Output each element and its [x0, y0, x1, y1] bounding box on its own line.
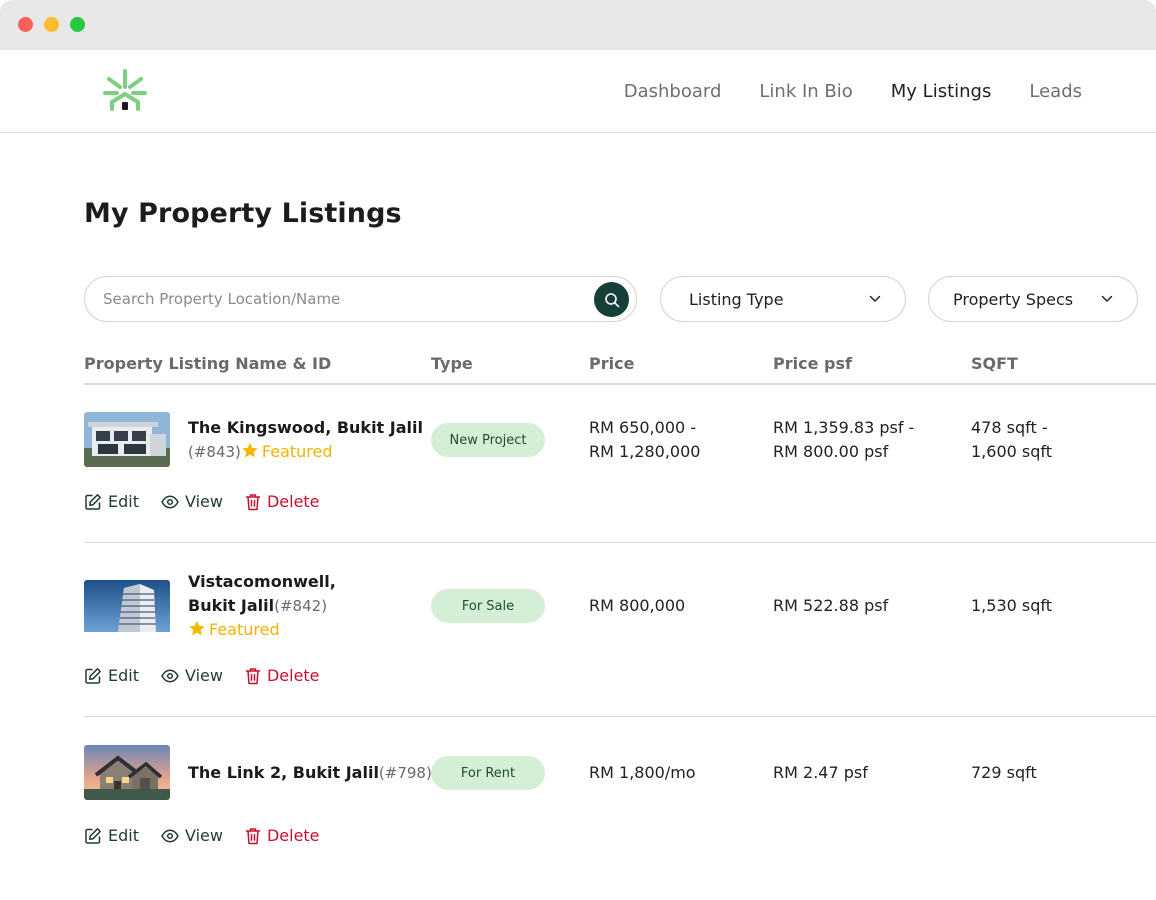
star-icon [189, 620, 205, 636]
edit-button[interactable]: Edit [84, 826, 139, 845]
search-button[interactable] [594, 282, 629, 317]
psf-min: RM 1,359.83 psf - [773, 418, 915, 437]
nav-item-dashboard[interactable]: Dashboard [624, 81, 722, 102]
sqft-min: 478 sqft - [971, 418, 1048, 437]
sqft-cell: 1,530 sqft [971, 596, 1053, 615]
search-input[interactable] [103, 277, 583, 321]
listing-title: Vistacomonwell, [188, 572, 336, 591]
nav-item-my-listings[interactable]: My Listings [891, 81, 992, 102]
delete-label: Delete [266, 666, 320, 685]
column-header-sqft[interactable]: SQFT [971, 354, 1018, 373]
search-icon [604, 292, 619, 307]
window-titlebar [0, 0, 1156, 50]
type-badge: New Project [431, 423, 545, 457]
listing-id: (#843) [188, 443, 241, 461]
sqft-max: 1,600 sqft [971, 442, 1053, 461]
view-label: View [184, 492, 223, 511]
row-divider [84, 716, 1156, 717]
psf-max: RM 800.00 psf [773, 442, 889, 461]
price-min: RM 650,000 - [589, 418, 697, 437]
row-divider [84, 542, 1156, 543]
column-header-price-psf[interactable]: Price psf [773, 354, 852, 373]
top-header: Dashboard Link In Bio My Listings Leads [0, 50, 1156, 133]
minimize-window-button[interactable] [44, 17, 59, 32]
maximize-window-button[interactable] [70, 17, 85, 32]
property-thumbnail[interactable] [84, 412, 170, 467]
edit-icon [85, 827, 101, 844]
property-thumbnail[interactable] [84, 580, 170, 635]
eye-icon [161, 668, 179, 683]
featured-label: Featured [209, 620, 280, 639]
edit-button[interactable]: Edit [84, 666, 139, 685]
price-max: RM 1,280,000 [589, 442, 701, 461]
listing-name[interactable]: The Link 2, Bukit Jalil(#798) [188, 761, 432, 785]
sqft-cell: 478 sqft - 1,600 sqft [971, 416, 1052, 464]
price-cell: RM 650,000 - RM 1,280,000 [589, 416, 700, 464]
featured-label: Featured [261, 442, 333, 461]
view-button[interactable]: View [161, 492, 223, 511]
trash-icon [245, 827, 261, 844]
main-nav: Dashboard Link In Bio My Listings Leads [624, 50, 1082, 132]
delete-button[interactable]: Delete [245, 666, 320, 685]
view-button[interactable]: View [161, 666, 223, 685]
edit-icon [85, 667, 101, 684]
listing-id: (#842) [274, 597, 328, 615]
page-title: My Property Listings [84, 198, 402, 229]
edit-label: Edit [108, 492, 139, 511]
delete-button[interactable]: Delete [245, 492, 320, 511]
property-specs-dropdown[interactable]: Property Specs [928, 276, 1138, 322]
price-cell: RM 1,800/mo [589, 763, 696, 782]
star-icon [242, 442, 258, 458]
listing-type-label: Listing Type [689, 289, 784, 309]
view-label: View [184, 666, 223, 685]
listing-name[interactable]: The Kingswood, Bukit Jalil (#843) Feature… [188, 416, 423, 464]
table-header: Property Listing Name & ID Type Price Pr… [84, 340, 1156, 385]
row-actions: Edit View Delete [84, 826, 320, 845]
delete-label: Delete [266, 826, 320, 845]
property-specs-label: Property Specs [953, 289, 1074, 309]
price-psf-cell: RM 1,359.83 psf - RM 800.00 psf [773, 416, 914, 464]
close-window-button[interactable] [18, 17, 33, 32]
brand-logo-icon[interactable] [103, 69, 147, 113]
delete-button[interactable]: Delete [245, 826, 320, 845]
type-badge: For Sale [431, 589, 545, 623]
nav-item-leads[interactable]: Leads [1029, 81, 1082, 102]
eye-icon [161, 828, 179, 843]
listing-name[interactable]: Vistacomonwell, Bukit Jalil(#842) Featur… [188, 570, 336, 642]
price-psf-cell: RM 2.47 psf [773, 763, 868, 782]
search-bar [84, 276, 637, 322]
listing-id: (#798) [378, 764, 432, 782]
sqft-cell: 729 sqft [971, 763, 1037, 782]
eye-icon [161, 494, 179, 509]
nav-item-link-in-bio[interactable]: Link In Bio [759, 81, 852, 102]
edit-label: Edit [108, 666, 139, 685]
listing-title: The Link 2, Bukit Jalil [188, 763, 379, 782]
view-label: View [184, 826, 223, 845]
row-actions: Edit View Delete [84, 666, 320, 685]
row-actions: Edit View Delete [84, 492, 320, 511]
view-button[interactable]: View [161, 826, 223, 845]
edit-icon [85, 493, 101, 510]
listing-title: The Kingswood, Bukit Jalil [188, 418, 423, 437]
price-psf-cell: RM 522.88 psf [773, 596, 889, 615]
type-badge: For Rent [431, 756, 545, 790]
edit-button[interactable]: Edit [84, 492, 139, 511]
column-header-type[interactable]: Type [431, 354, 473, 373]
trash-icon [245, 493, 261, 510]
property-thumbnail[interactable] [84, 745, 170, 800]
trash-icon [245, 667, 261, 684]
listing-location: Bukit Jalil [188, 596, 275, 615]
listing-type-dropdown[interactable]: Listing Type [660, 276, 906, 322]
price-cell: RM 800,000 [589, 596, 686, 615]
chevron-down-icon [1101, 295, 1113, 302]
chevron-down-icon [869, 295, 881, 302]
column-header-price[interactable]: Price [589, 354, 634, 373]
column-header-name[interactable]: Property Listing Name & ID [84, 354, 331, 373]
edit-label: Edit [108, 826, 139, 845]
delete-label: Delete [266, 492, 320, 511]
